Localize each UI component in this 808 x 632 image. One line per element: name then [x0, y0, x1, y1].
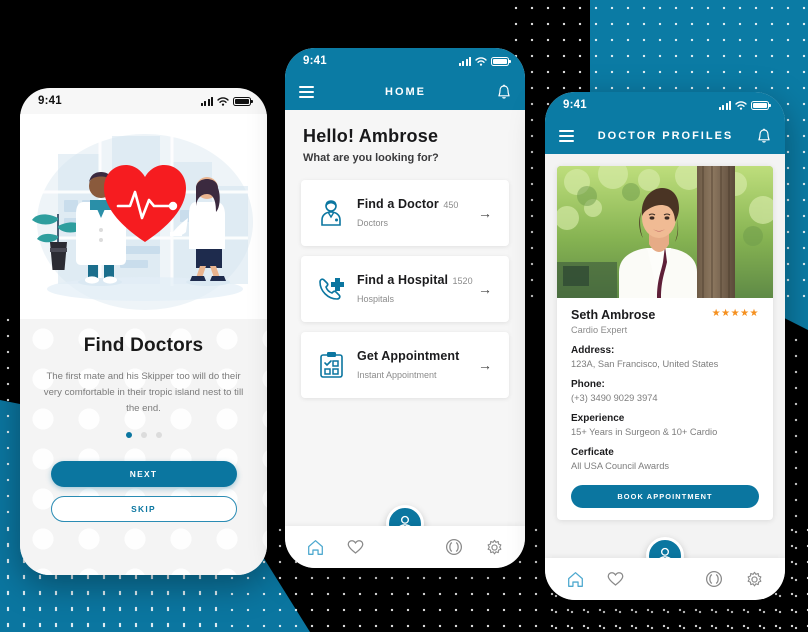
home-header: 9:41 HOME [285, 48, 525, 110]
signal-bars-icon [718, 100, 731, 110]
wifi-icon [475, 56, 487, 66]
home-navbar: HOME [285, 74, 525, 110]
field-value: 15+ Years in Surgeon & 10+ Cardio [571, 427, 718, 437]
card-title: Get Appointment [357, 349, 460, 363]
card-title: Find a Doctor [357, 197, 439, 211]
bottom-tab-bar [285, 526, 525, 568]
card-title: Find a Hospital [357, 273, 449, 287]
onboarding-description: The first mate and his Skipper too will … [43, 371, 244, 414]
field-value: 123A, San Francisco, United States [571, 359, 719, 369]
phone-doctor-profile-screen: 9:41 DOCTOR PROFILES Seth Ambrose Cardio… [545, 92, 785, 600]
find-a-hospital-card[interactable]: Find a Hospital 1520 Hospitals → [301, 256, 509, 322]
doctor-profile-card: Seth Ambrose Cardio Expert ★★★★★ Address… [557, 166, 773, 520]
phone-onboarding-screen: 9:41 Find Doctors The first mate and his… [20, 88, 267, 575]
phone-home-screen: 9:41 HOME Hello! Ambrose What are you lo… [285, 48, 525, 568]
field-label: Experience [571, 413, 625, 424]
profile-header: 9:41 DOCTOR PROFILES [545, 92, 785, 154]
doctor-role: Cardio Expert [571, 325, 628, 335]
tab-settings[interactable] [746, 571, 763, 588]
people-icon [445, 538, 462, 556]
doctor-icon [314, 199, 348, 227]
greeting-subtitle: What are you looking for? [303, 152, 439, 164]
arrow-right-icon[interactable]: → [478, 205, 496, 221]
wifi-icon [217, 96, 229, 106]
navbar-title: DOCTOR PROFILES [597, 130, 734, 142]
profile-navbar: DOCTOR PROFILES [545, 118, 785, 154]
tab-home[interactable] [567, 571, 584, 588]
card-subtitle: Instant Appointment [357, 370, 437, 380]
tab-favorites[interactable] [347, 539, 364, 555]
arrow-right-icon[interactable]: → [478, 281, 496, 297]
status-bar: 9:41 [20, 88, 267, 114]
doctor-portrait-photo [557, 166, 773, 298]
heart-icon [347, 540, 364, 554]
onboarding-illustration [20, 114, 267, 319]
get-appointment-card[interactable]: Get Appointment Instant Appointment → [301, 332, 509, 398]
notification-bell-icon[interactable] [497, 84, 511, 100]
greeting-block: Hello! Ambrose What are you looking for? [285, 110, 525, 164]
field-certificate: Cerficate All USA Council Awards [571, 447, 759, 471]
tab-favorites[interactable] [607, 571, 624, 587]
battery-icon [491, 56, 511, 66]
hamburger-menu-icon[interactable] [559, 130, 574, 142]
field-value: (+3) 3490 9029 3974 [571, 393, 658, 403]
status-time: 9:41 [38, 95, 62, 107]
field-label: Address: [571, 345, 615, 356]
tab-people[interactable] [705, 570, 723, 588]
doctor-info: Seth Ambrose Cardio Expert ★★★★★ Address… [557, 298, 773, 471]
next-button[interactable]: NEXT [50, 461, 237, 488]
signal-bars-icon [200, 96, 213, 106]
phone-plus-icon [314, 276, 348, 302]
onboarding-content: Find Doctors The first mate and his Skip… [20, 319, 267, 575]
notification-bell-icon[interactable] [757, 128, 771, 144]
field-phone: Phone: (+3) 3490 9029 3974 [571, 379, 759, 403]
doctors-heart-illustration [32, 132, 253, 310]
signal-bars-icon [458, 56, 471, 66]
presentation-canvas: 9:41 Find Doctors The first mate and his… [0, 0, 808, 632]
heart-icon [607, 572, 624, 586]
battery-icon [233, 96, 253, 106]
status-time: 9:41 [303, 55, 327, 67]
gear-icon [487, 539, 502, 554]
wifi-icon [735, 100, 747, 110]
navbar-title: HOME [385, 86, 426, 98]
gear-icon [747, 571, 762, 586]
home-icon [567, 571, 583, 587]
skip-button[interactable]: SKIP [50, 496, 237, 523]
field-address: Address: 123A, San Francisco, United Sta… [571, 345, 759, 369]
action-card-list: Find a Doctor 450 Doctors → Find a Hospi… [285, 164, 525, 398]
field-label: Phone: [571, 379, 605, 390]
field-label: Cerficate [571, 447, 614, 458]
rating-stars: ★★★★★ [711, 308, 759, 319]
pagination-dots[interactable] [42, 432, 245, 439]
field-experience: Experience 15+ Years in Surgeon & 10+ Ca… [571, 413, 759, 437]
status-time: 9:41 [563, 99, 587, 111]
book-appointment-button[interactable]: BOOK APPOINTMENT [571, 485, 759, 508]
find-a-doctor-card[interactable]: Find a Doctor 450 Doctors → [301, 180, 509, 246]
tab-home[interactable] [307, 539, 324, 556]
pagination-dot-1[interactable] [125, 432, 132, 439]
doctor-name: Seth Ambrose [571, 308, 656, 322]
arrow-right-icon[interactable]: → [478, 357, 496, 373]
bottom-tab-bar [545, 558, 785, 600]
status-bar: 9:41 [545, 92, 785, 118]
page-title: Find Doctors [83, 335, 204, 356]
tab-settings[interactable] [486, 539, 503, 556]
status-bar: 9:41 [285, 48, 525, 74]
tab-people[interactable] [445, 538, 463, 556]
people-icon [705, 570, 722, 588]
hamburger-menu-icon[interactable] [299, 86, 314, 98]
battery-icon [751, 100, 771, 110]
pagination-dot-2[interactable] [140, 432, 147, 439]
greeting-title: Hello! Ambrose [303, 126, 439, 146]
pagination-dot-3[interactable] [155, 432, 162, 439]
clipboard-check-icon [314, 351, 348, 379]
field-value: All USA Council Awards [571, 461, 670, 471]
home-icon [307, 539, 323, 555]
